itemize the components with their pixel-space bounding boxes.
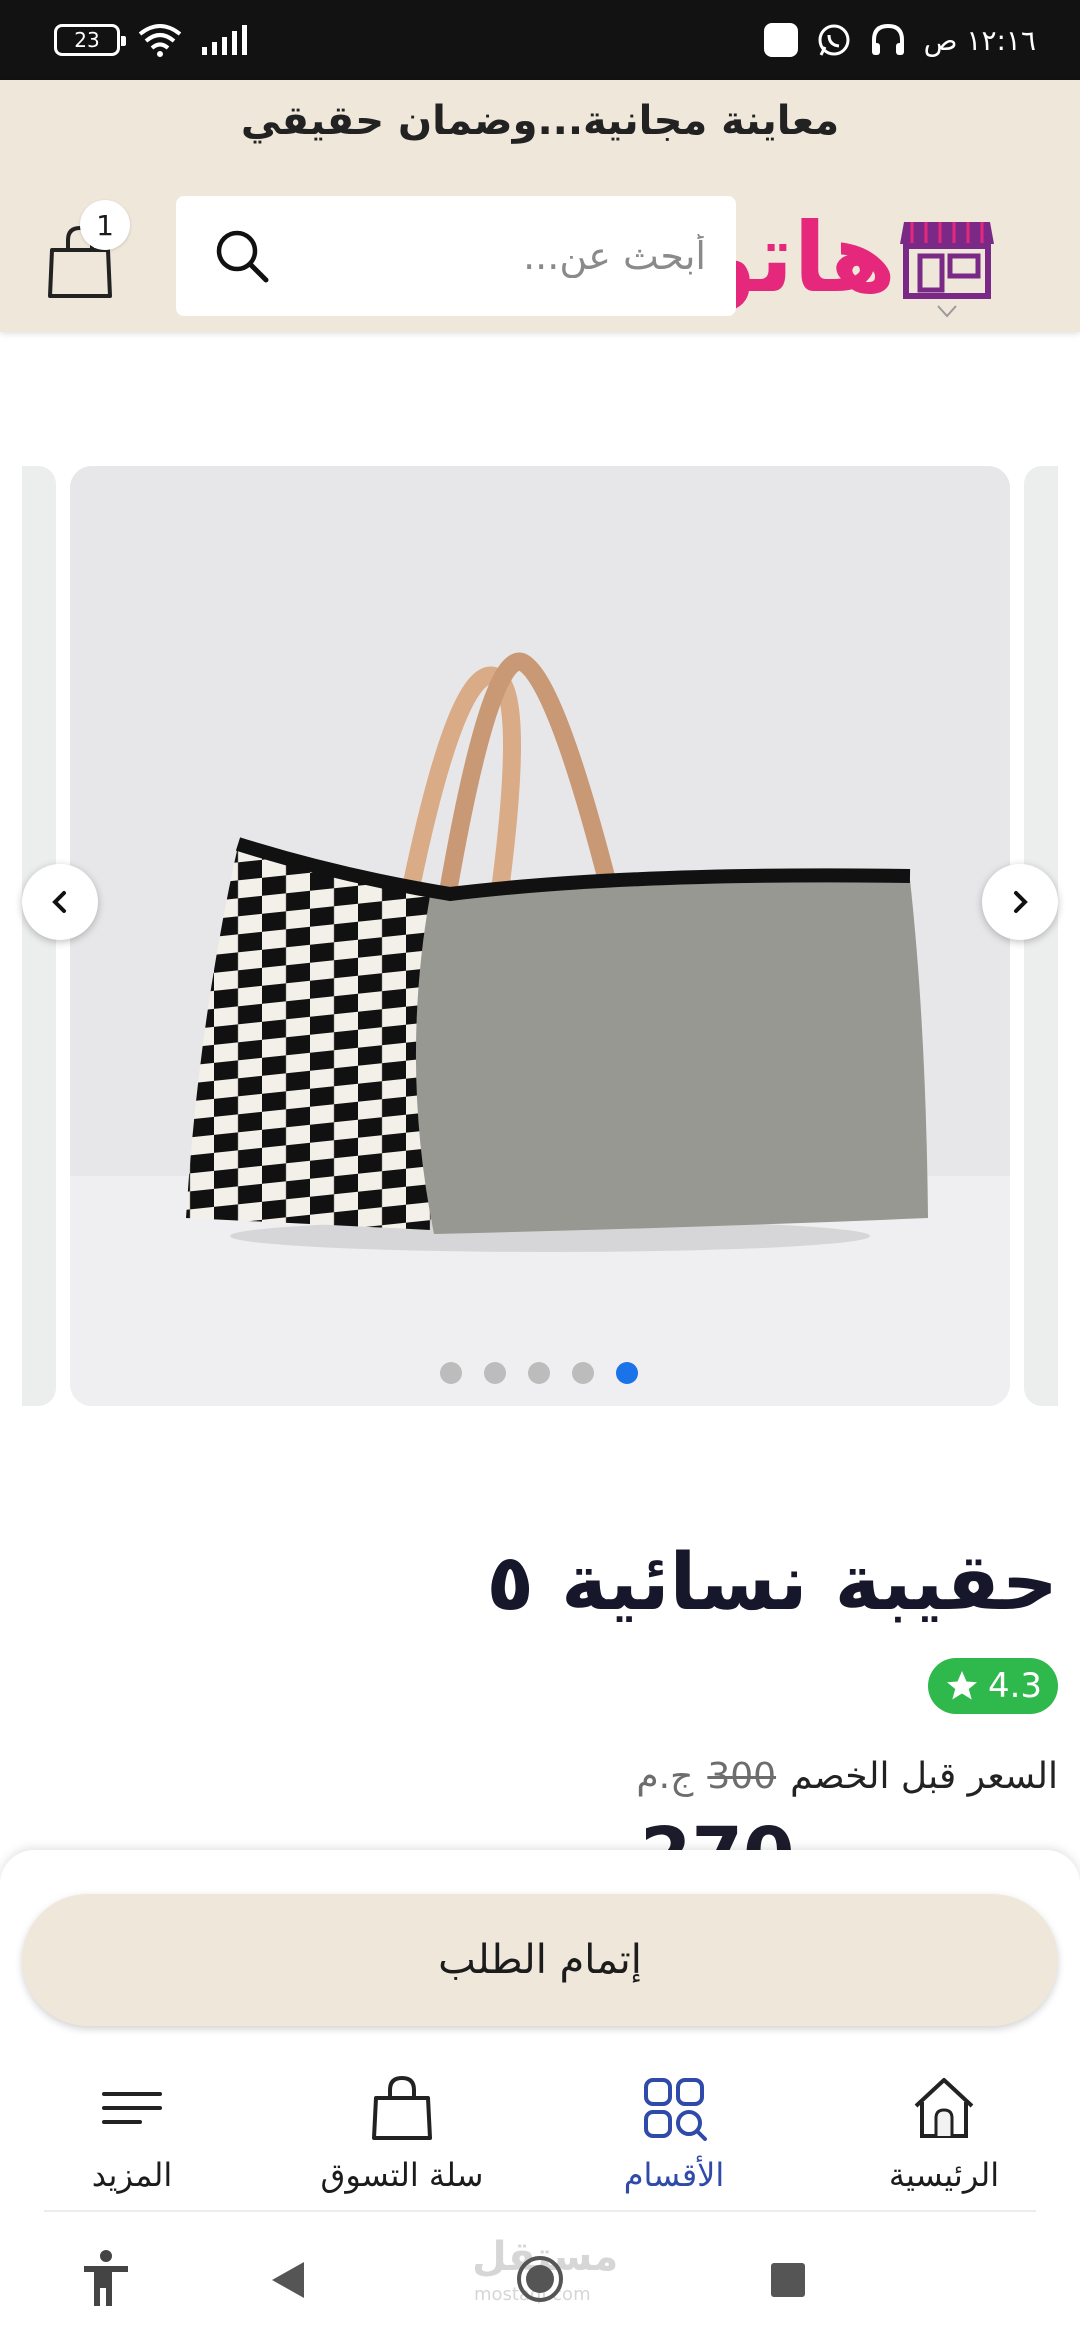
tab-categories-label: الأقسام: [623, 2156, 725, 2194]
search-icon[interactable]: [212, 226, 272, 286]
chevron-left-icon: [52, 891, 66, 913]
search-input[interactable]: [306, 196, 706, 316]
bottom-tab-bar: الرئيسية الأقسام سلة التسوق المزيد: [44, 2072, 1036, 2212]
carousel-dot-active[interactable]: [616, 1362, 638, 1384]
promo-banner: معاينة مجانية...وضمان حقيقي: [240, 98, 840, 144]
clock: ١٢:١٦ ص: [923, 23, 1036, 57]
carousel-prev-button[interactable]: [22, 864, 98, 940]
categories-icon: [644, 2078, 707, 2141]
app-notification-icon: [763, 23, 798, 57]
price-before-discount: السعر قبل الخصم 300 ج.م: [636, 1756, 1058, 1797]
cart-count-badge: 1: [80, 200, 130, 250]
recents-icon[interactable]: [770, 2262, 806, 2298]
battery-level: 23: [74, 28, 100, 52]
price-before-label: السعر قبل الخصم: [790, 1756, 1058, 1797]
home-button-icon[interactable]: [515, 2254, 565, 2304]
back-icon[interactable]: [270, 2260, 306, 2300]
carousel-next-button[interactable]: [982, 864, 1058, 940]
old-price: 300: [707, 1756, 777, 1797]
tab-cart-label: سلة التسوق: [320, 2156, 484, 2194]
product-image-carousel[interactable]: [0, 462, 1080, 1406]
product-title: حقيبة نسائية ٥: [486, 1538, 1058, 1628]
brand-logo[interactable]: هاتو: [697, 198, 996, 318]
tab-categories[interactable]: الأقسام: [574, 2072, 774, 2212]
tab-home[interactable]: الرئيسية: [844, 2072, 1044, 2212]
checkout-button[interactable]: إتمام الطلب: [22, 1894, 1058, 2026]
status-right: ١٢:١٦ ص: [763, 20, 1036, 60]
carousel-dot[interactable]: [572, 1362, 594, 1384]
battery-icon: 23: [54, 24, 126, 56]
star-icon: [946, 1671, 977, 1700]
menu-icon: [102, 2092, 162, 2124]
chevron-right-icon: [1014, 891, 1028, 913]
accessibility-icon[interactable]: [80, 2248, 132, 2308]
product-image[interactable]: [70, 466, 1010, 1406]
rating-badge: 4.3: [928, 1658, 1058, 1714]
whatsapp-icon: [818, 24, 850, 56]
status-bar: 23 ١٢:١٦ ص: [0, 0, 1080, 80]
carousel-dot[interactable]: [484, 1362, 506, 1384]
tab-more[interactable]: المزيد: [32, 2072, 232, 2212]
wifi-icon: [138, 24, 182, 57]
signal-icon: [202, 25, 247, 55]
divider: [44, 2210, 1036, 2212]
search-box[interactable]: [176, 196, 736, 316]
tab-home-label: الرئيسية: [888, 2156, 1000, 2194]
tab-cart[interactable]: سلة التسوق: [302, 2072, 502, 2212]
system-navigation-bar: مستقل mostaql.com: [0, 2214, 1080, 2340]
tab-more-label: المزيد: [91, 2156, 173, 2194]
carousel-dot[interactable]: [440, 1362, 462, 1384]
tote-bag-illustration: [70, 466, 1010, 1406]
status-left: 23: [54, 22, 250, 58]
carousel-dot[interactable]: [528, 1362, 550, 1384]
carousel-dots: [440, 1362, 638, 1384]
caret-down-icon: [937, 305, 957, 318]
shopping-bag-icon: [372, 2075, 432, 2140]
header: معاينة مجانية...وضمان حقيقي هاتو 1: [0, 80, 1080, 332]
home-icon: [914, 2078, 974, 2138]
store-icon: [900, 222, 994, 299]
currency: ج.م: [636, 1756, 694, 1797]
rating-value: 4.3: [987, 1666, 1043, 1706]
headphones-icon: [871, 23, 904, 55]
